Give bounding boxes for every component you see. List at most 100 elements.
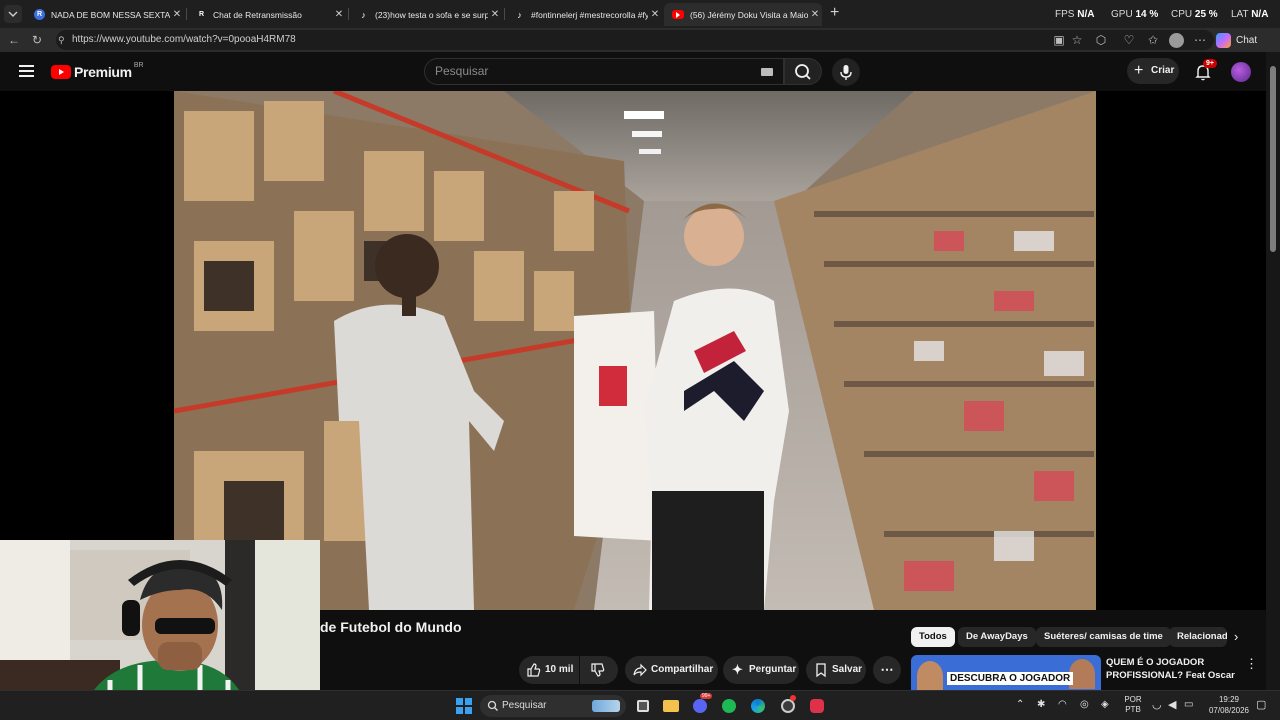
wifi-icon[interactable]: ◡ — [1152, 698, 1162, 711]
chevron-right-icon[interactable]: › — [1234, 629, 1238, 644]
notification-center-icon[interactable]: ▢ — [1256, 698, 1266, 711]
recommendation-menu-icon[interactable]: ⋮ — [1245, 656, 1258, 672]
search-button[interactable] — [784, 58, 822, 85]
clock[interactable]: 19:29 07/08/2026 — [1206, 694, 1252, 716]
cpu-value: 25 % — [1194, 9, 1218, 20]
tab-tiktok-fontinnelerj[interactable]: ♪ #fontinnelerj #mestrecorolla #fyp ✕ — [506, 3, 662, 26]
spotify-icon[interactable] — [720, 697, 738, 715]
youtube-header: Premium BR Pesquisar + Criar 9+ — [0, 52, 1266, 91]
new-tab-button[interactable]: + — [830, 4, 839, 22]
video-title: de Futebol do Mundo — [320, 619, 462, 635]
copilot-chat-button[interactable]: Chat — [1216, 31, 1257, 49]
lat-value: N/A — [1251, 9, 1269, 20]
chip-relacionados[interactable]: Relacionad — [1169, 627, 1227, 647]
search-icon — [795, 64, 811, 80]
r-favicon-icon: R — [34, 9, 45, 20]
share-button[interactable]: Compartilhar — [625, 656, 718, 684]
url-text: https://www.youtube.com/watch?v=0pooaH4R… — [72, 34, 296, 45]
address-bar[interactable]: ⚲ https://www.youtube.com/watch?v=0pooaH… — [56, 30, 1214, 50]
video-player[interactable] — [0, 91, 1266, 610]
tab-title: (23)how testa o sofa e se surpree — [375, 9, 488, 20]
obs-icon[interactable] — [779, 695, 797, 715]
favorites-icon[interactable]: ✩ — [1145, 32, 1161, 48]
tab-nada-de-bom[interactable]: R NADA DE BOM NESSA SEXTA- VO ✕ — [26, 3, 184, 26]
youtube-logo-icon — [51, 65, 71, 79]
show-hidden-icons[interactable]: ⌃ — [1016, 699, 1024, 710]
scrollbar-thumb[interactable] — [1270, 66, 1276, 252]
close-icon[interactable]: ✕ — [332, 9, 346, 20]
task-view-icon[interactable] — [634, 697, 652, 715]
video-frame[interactable] — [174, 91, 1096, 610]
youtube-premium-logo[interactable]: Premium BR — [51, 61, 144, 80]
recommended-video-thumbnail[interactable]: DESCUBRA O JOGADOR — [911, 655, 1101, 690]
search-input[interactable]: Pesquisar — [424, 58, 784, 85]
bluetooth-icon[interactable]: ✱ — [1037, 699, 1045, 710]
app-red-icon[interactable] — [808, 697, 826, 715]
cpu-readout: CPU 25 % — [1171, 9, 1218, 20]
chip-sueteres[interactable]: Suéteres/ camisas de time — [1036, 627, 1171, 647]
search-highlight-icon — [592, 700, 620, 712]
taskbar-search-input[interactable]: Pesquisar — [480, 695, 626, 717]
chip-todos[interactable]: Todos — [911, 627, 955, 647]
edge-icon[interactable] — [749, 697, 767, 715]
tab-tiktok-sofa[interactable]: ♪ (23)how testa o sofa e se surpree ✕ — [350, 3, 502, 26]
close-icon[interactable]: ✕ — [170, 9, 184, 20]
page-scrollbar[interactable] — [1266, 52, 1280, 690]
extensions-icon[interactable]: ⬡ — [1093, 32, 1109, 48]
fps-value: N/A — [1077, 9, 1095, 20]
tab-list-dropdown-button[interactable] — [4, 5, 22, 23]
site-info-icon[interactable]: ⚲ — [58, 30, 65, 50]
tab-chat-retransmissao[interactable]: R Chat de Retransmissão ✕ — [188, 3, 346, 26]
profile-avatar[interactable] — [1169, 33, 1184, 48]
share-icon — [633, 663, 647, 677]
split-view-icon[interactable]: ▣ — [1051, 32, 1067, 48]
favorite-star-icon[interactable]: ☆ — [1069, 32, 1085, 48]
notification-badge: 9+ — [1203, 59, 1217, 68]
account-avatar[interactable] — [1231, 62, 1251, 82]
dislike-button[interactable] — [580, 656, 618, 684]
close-icon[interactable]: ✕ — [648, 9, 662, 20]
discord-icon[interactable]: 99+ — [691, 693, 713, 715]
more-menu-icon[interactable]: ⋯ — [1192, 32, 1208, 48]
browser-essentials-icon[interactable]: ♡ — [1121, 32, 1137, 48]
nvidia-icon[interactable]: ◈ — [1101, 699, 1109, 710]
like-button[interactable]: 10 mil — [519, 656, 579, 684]
create-button[interactable]: + Criar — [1127, 58, 1179, 84]
close-icon[interactable]: ✕ — [808, 9, 822, 20]
logo-region: BR — [133, 61, 144, 69]
keyboard-icon[interactable] — [761, 68, 773, 76]
gpu-readout: GPU 14 % — [1111, 9, 1158, 20]
cpu-label: CPU — [1171, 9, 1193, 20]
chip-de-awaydays[interactable]: De AwayDays — [958, 627, 1036, 647]
back-button[interactable]: ← — [6, 32, 22, 48]
recommended-video-title[interactable]: QUEM É O JOGADOR PROFISSIONAL? Feat Osca… — [1106, 656, 1235, 682]
plus-icon: + — [1134, 62, 1144, 79]
menu-icon[interactable] — [19, 65, 34, 77]
ask-button[interactable]: ✦ Perguntar — [723, 656, 799, 684]
more-actions-button[interactable]: ⋯ — [873, 656, 901, 684]
save-label: Salvar — [832, 664, 863, 675]
chevron-down-icon — [8, 11, 18, 17]
headset-icon[interactable]: ◠ — [1058, 699, 1067, 710]
title-line-2: PROFISSIONAL? Feat Oscar — [1106, 670, 1235, 681]
sparkle-icon: ✦ — [732, 662, 743, 677]
chat-label: Chat — [1236, 34, 1258, 46]
tab-youtube-doku[interactable]: (56) Jérémy Doku Visita a Maior C ✕ — [664, 3, 822, 26]
lang-line-2: PTB — [1125, 705, 1141, 714]
volume-icon[interactable]: ◀ — [1168, 698, 1176, 711]
save-button[interactable]: Salvar — [806, 656, 866, 684]
like-count: 10 mil — [545, 664, 574, 675]
language-indicator[interactable]: POR PTB — [1120, 695, 1146, 715]
file-explorer-icon[interactable] — [662, 697, 680, 715]
title-line-1: QUEM É O JOGADOR — [1106, 657, 1205, 668]
battery-icon[interactable]: ▭ — [1184, 699, 1193, 710]
refresh-button[interactable]: ↻ — [29, 32, 45, 48]
voice-search-button[interactable] — [832, 58, 860, 86]
steam-icon[interactable]: ◎ — [1080, 699, 1089, 710]
close-icon[interactable]: ✕ — [488, 9, 502, 20]
windows-start-icon[interactable] — [455, 697, 473, 715]
windows-taskbar: Pesquisar 99+ ⌃ ✱ ◠ ◎ ◈ POR PTB ◡ ◀ ▭ 19… — [0, 690, 1280, 720]
tab-title: #fontinnelerj #mestrecorolla #fyp — [531, 9, 648, 20]
browser-toolbar: ← ↻ ⚲ https://www.youtube.com/watch?v=0p… — [0, 28, 1280, 52]
notifications-button[interactable]: 9+ — [1193, 59, 1217, 82]
